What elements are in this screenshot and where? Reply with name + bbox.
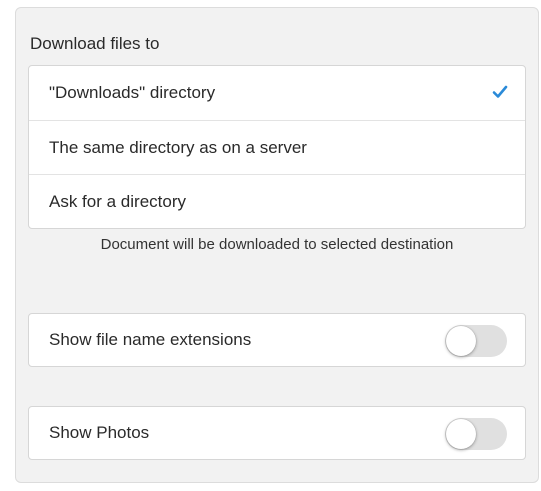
download-settings-panel: Download files to "Downloads" directory … bbox=[15, 7, 539, 483]
option-label: Ask for a directory bbox=[49, 191, 186, 211]
download-destination-list: "Downloads" directory The same directory… bbox=[28, 65, 526, 229]
download-section-label: Download files to bbox=[30, 34, 160, 53]
option-same-directory-as-server[interactable]: The same directory as on a server bbox=[29, 120, 525, 174]
show-extensions-toggle[interactable] bbox=[445, 325, 507, 357]
show-photos-toggle[interactable] bbox=[445, 418, 507, 450]
show-extensions-row: Show file name extensions bbox=[28, 313, 526, 367]
toggle-knob bbox=[446, 419, 476, 449]
option-label: "Downloads" directory bbox=[49, 83, 216, 102]
checkmark-icon bbox=[492, 85, 508, 98]
option-downloads-directory[interactable]: "Downloads" directory bbox=[29, 66, 525, 120]
show-photos-row: Show Photos bbox=[28, 406, 526, 460]
show-photos-label: Show Photos bbox=[49, 423, 150, 442]
show-extensions-label: Show file name extensions bbox=[49, 330, 252, 349]
option-ask-for-directory[interactable]: Ask for a directory bbox=[29, 174, 525, 228]
option-label: The same directory as on a server bbox=[49, 137, 307, 157]
toggle-knob bbox=[446, 326, 476, 356]
download-hint-text: Document will be downloaded to selected … bbox=[100, 236, 454, 253]
